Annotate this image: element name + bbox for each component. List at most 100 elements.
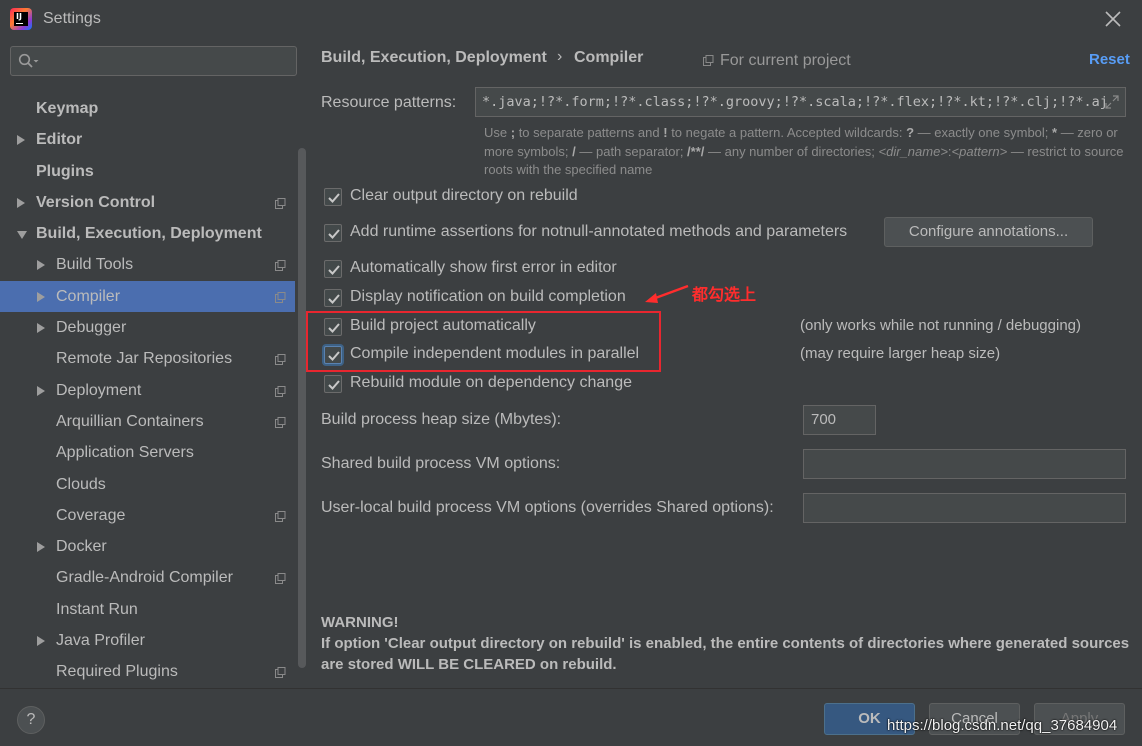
display-notification-checkbox[interactable] <box>324 289 342 307</box>
warning-body: If option 'Clear output directory on reb… <box>321 635 1130 673</box>
sidebar-item-instant-run[interactable]: Instant Run <box>0 594 295 625</box>
heap-size-label: Build process heap size (Mbytes): <box>321 411 562 428</box>
expand-icon[interactable] <box>1105 95 1119 109</box>
project-level-icon <box>275 197 286 209</box>
sidebar-item-version-control[interactable]: Version Control <box>0 187 295 218</box>
reset-link[interactable]: Reset <box>1089 51 1130 68</box>
rebuild-on-change-label: Rebuild module on dependency change <box>350 374 632 391</box>
intellij-logo-icon: IJ <box>10 8 32 30</box>
shared-vm-options-input[interactable] <box>803 449 1126 479</box>
project-level-icon <box>275 416 286 428</box>
scope-label: For current project <box>720 52 851 69</box>
sidebar-item-label: Java Profiler <box>56 632 145 650</box>
sidebar-item-gradle-android-compiler[interactable]: Gradle-Android Compiler <box>0 562 295 593</box>
watermark-text: https://blog.csdn.net/qq_37684904 <box>887 717 1118 734</box>
dialog-footer: ? OK Cancel Apply https://blog.csdn.net/… <box>0 688 1142 746</box>
sidebar-item-label: Build Tools <box>56 256 134 274</box>
collapsed-arrow-icon[interactable] <box>37 260 45 271</box>
annotation-arrow-icon <box>645 284 689 303</box>
collapsed-arrow-icon[interactable] <box>17 197 25 208</box>
sidebar-item-build-execution-deployment[interactable]: Build, Execution, Deployment <box>0 218 295 249</box>
sidebar-item-docker[interactable]: Docker <box>0 531 295 562</box>
sidebar-item-label: Clouds <box>56 475 106 493</box>
resource-patterns-label: Resource patterns: <box>321 94 457 111</box>
project-level-icon <box>275 667 286 679</box>
warning-block: WARNING! If option 'Clear output directo… <box>321 612 1131 675</box>
runtime-assertions-checkbox[interactable] <box>324 224 342 242</box>
breadcrumb-separator: › <box>557 48 563 65</box>
collapsed-arrow-icon[interactable] <box>37 636 45 647</box>
warning-title: WARNING! <box>321 614 399 631</box>
build-automatically-note: (only works while not running / debuggin… <box>800 317 1081 334</box>
compiler-settings-panel: Build, Execution, Deployment › Compiler … <box>306 38 1142 688</box>
sidebar-item-editor[interactable]: Editor <box>0 124 295 155</box>
heap-size-input[interactable]: 700 <box>803 405 876 435</box>
build-automatically-checkbox[interactable] <box>324 318 342 336</box>
compile-parallel-checkbox[interactable] <box>324 346 342 364</box>
breadcrumb-current: Compiler <box>574 49 644 66</box>
sidebar-item-clouds[interactable]: Clouds <box>0 469 295 500</box>
resource-patterns-value: *.java;!?*.form;!?*.class;!?*.groovy;!?*… <box>482 94 1108 110</box>
sidebar-item-label: Application Servers <box>56 444 194 462</box>
sidebar-item-compiler[interactable]: Compiler <box>0 280 295 313</box>
collapsed-arrow-icon[interactable] <box>37 291 45 302</box>
resource-patterns-hint: Use ; to separate patterns and ! to nega… <box>484 125 1124 177</box>
search-icon <box>18 53 39 68</box>
resource-patterns-input[interactable]: *.java;!?*.form;!?*.class;!?*.groovy;!?*… <box>475 87 1126 117</box>
annotation-text: 都勾选上 <box>692 287 757 304</box>
sidebar-scrollbar[interactable] <box>298 148 306 668</box>
sidebar-item-label: Build, Execution, Deployment <box>36 225 262 243</box>
sidebar-item-label: Coverage <box>56 506 126 524</box>
sidebar-item-deployment[interactable]: Deployment <box>0 375 295 406</box>
help-button[interactable]: ? <box>17 706 45 734</box>
clear-output-checkbox[interactable] <box>324 188 342 206</box>
sidebar-item-coverage[interactable]: Coverage <box>0 500 295 531</box>
sidebar-item-arquillian-containers[interactable]: Arquillian Containers <box>0 406 295 437</box>
runtime-assertions-label: Add runtime assertions for notnull-annot… <box>350 223 848 240</box>
sidebar-item-required-plugins[interactable]: Required Plugins <box>0 656 295 687</box>
search-input[interactable] <box>10 46 297 76</box>
close-icon[interactable] <box>1103 9 1123 29</box>
compile-parallel-label: Compile independent modules in parallel <box>350 345 640 362</box>
breadcrumb-parent[interactable]: Build, Execution, Deployment <box>321 49 547 67</box>
sidebar-item-label: Gradle-Android Compiler <box>56 569 233 587</box>
settings-sidebar: Keymap Editor Plugins Version Control Build,… <box>0 38 307 723</box>
sidebar-item-label: Instant Run <box>56 600 138 618</box>
sidebar-item-build-tools[interactable]: Build Tools <box>0 249 295 280</box>
sidebar-item-label: Editor <box>36 131 83 149</box>
sidebar-item-label: Version Control <box>36 193 156 211</box>
title-bar: IJ Settings <box>0 0 1142 38</box>
show-first-error-label: Automatically show first error in editor <box>350 259 617 276</box>
expanded-arrow-icon[interactable] <box>17 231 27 240</box>
sidebar-item-label: Required Plugins <box>56 663 178 681</box>
collapsed-arrow-icon[interactable] <box>37 323 45 334</box>
configure-annotations-button[interactable]: Configure annotations... <box>884 217 1093 247</box>
sidebar-item-label: Keymap <box>36 100 99 117</box>
project-level-icon <box>275 260 286 272</box>
collapsed-arrow-icon[interactable] <box>17 135 25 146</box>
project-level-icon <box>275 510 286 522</box>
sidebar-item-remote-jar-repositories[interactable]: Remote Jar Repositories <box>0 343 295 374</box>
rebuild-on-change-checkbox[interactable] <box>324 375 342 393</box>
sidebar-item-java-profiler[interactable]: Java Profiler <box>0 625 295 656</box>
collapsed-arrow-icon[interactable] <box>37 385 45 396</box>
settings-tree: Keymap Editor Plugins Version Control Build,… <box>0 93 295 688</box>
sidebar-item-application-servers[interactable]: Application Servers <box>0 437 295 468</box>
project-level-icon <box>275 354 286 366</box>
sidebar-item-debugger[interactable]: Debugger <box>0 312 295 343</box>
project-level-icon <box>275 291 286 303</box>
sidebar-item-label: Compiler <box>56 287 121 305</box>
sidebar-item-keymap[interactable]: Keymap <box>0 93 295 124</box>
user-vm-options-input[interactable] <box>803 493 1126 523</box>
sidebar-item-label: Arquillian Containers <box>56 412 204 430</box>
project-level-icon <box>275 573 286 585</box>
sidebar-item-plugins[interactable]: Plugins <box>0 156 295 187</box>
compile-parallel-note: (may require larger heap size) <box>800 345 1001 362</box>
sidebar-item-label: Deployment <box>56 381 142 399</box>
show-first-error-checkbox[interactable] <box>324 260 342 278</box>
display-notification-label: Display notification on build completion <box>350 288 626 305</box>
window-title: Settings <box>43 10 101 27</box>
user-vm-options-label: User-local build process VM options (ove… <box>321 499 774 516</box>
collapsed-arrow-icon[interactable] <box>37 542 45 553</box>
project-level-icon <box>275 385 286 397</box>
